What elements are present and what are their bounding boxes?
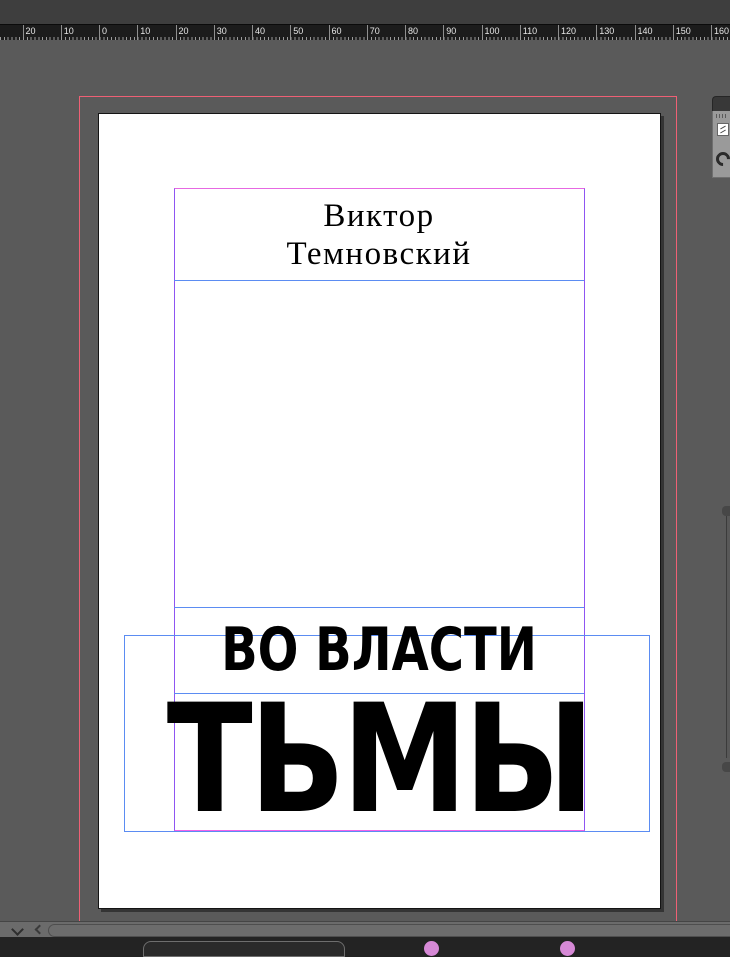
ruler-major-tick [558, 25, 559, 40]
author-line-2: Темновский [286, 236, 472, 272]
chevron-down-icon[interactable] [11, 923, 24, 936]
application-toolbar [0, 0, 730, 24]
ruler-major-tick [328, 25, 330, 40]
ruler-major-tick [252, 25, 253, 40]
bleed-guide-left [79, 96, 80, 921]
ruler-major-tick [99, 25, 100, 40]
ruler-major-tick [519, 25, 521, 40]
horizontal-scrollbar[interactable] [0, 921, 730, 938]
status-bar [0, 937, 730, 957]
ruler-tick-label: 90 [446, 26, 457, 36]
floating-panel[interactable] [712, 111, 730, 178]
ruler-major-tick [711, 25, 712, 40]
ruler-major-tick [481, 25, 483, 40]
ruler-tick-label: 60 [331, 26, 342, 36]
ruler-major-tick [672, 25, 674, 40]
ruler-major-tick [60, 25, 62, 40]
ruler-major-tick [213, 25, 215, 40]
ruler-tick-label: 130 [599, 26, 615, 36]
ruler-major-tick [443, 25, 445, 40]
ruler-major-tick [405, 25, 406, 40]
ruler-tick-label: 30 [216, 26, 227, 36]
checkered-swatch-icon[interactable] [717, 123, 729, 136]
ruler-major-tick [596, 25, 598, 40]
ruler-tick-label: 120 [561, 26, 577, 36]
docked-panel-edge[interactable] [726, 510, 730, 758]
ruler-major-tick [137, 25, 139, 40]
ruler-tick-label: 160 [714, 26, 730, 36]
panel-grip-icon[interactable] [716, 114, 728, 118]
scrollbar-thumb[interactable] [48, 924, 730, 937]
ruler-tick-label: 10 [140, 26, 151, 36]
ruler-major-tick [634, 25, 636, 40]
ruler-tick-label: 0 [102, 26, 108, 36]
ruler-major-tick [366, 25, 368, 40]
ring-tool-icon[interactable] [713, 149, 730, 169]
docked-panel-bottom-notch [722, 762, 730, 772]
ruler-tick-label: 110 [522, 26, 538, 36]
ruler-major-tick [22, 25, 24, 40]
chevron-left-icon[interactable] [34, 924, 45, 935]
main-title-text[interactable]: ТЬМЫ [167, 673, 595, 847]
ruler-major-tick [175, 25, 177, 40]
docked-panel-top-notch [722, 506, 730, 516]
ruler-tick-label: 20 [178, 26, 189, 36]
author-line-1: Виктор [323, 198, 435, 234]
ruler-tick-label: 10 [63, 26, 74, 36]
ruler-tick-label: 20 [25, 26, 36, 36]
horizontal-ruler[interactable]: 20 10 0 10 20 30 40 50 60 70 80 90 100 110 120 130 140 15… [0, 24, 730, 41]
author-name-text[interactable]: Виктор Темновский [175, 189, 583, 281]
ruler-tick-label: 50 [293, 26, 304, 36]
bleed-guide-top [79, 96, 677, 97]
bleed-guide-right [676, 96, 677, 921]
pasteboard[interactable]: Виктор Темновский ВО ВЛАСТИ ТЬМЫ [0, 40, 730, 921]
ruler-major-tick [290, 25, 292, 40]
ruler-tick-label: 140 [637, 26, 653, 36]
ruler-tick-label: 150 [675, 26, 691, 36]
ruler-tick-label: 40 [255, 26, 266, 36]
ruler-tick-label: 70 [369, 26, 380, 36]
ruler-tick-label: 100 [484, 26, 500, 36]
ruler-tick-label: 80 [408, 26, 419, 36]
statusbar-field[interactable] [143, 941, 345, 957]
